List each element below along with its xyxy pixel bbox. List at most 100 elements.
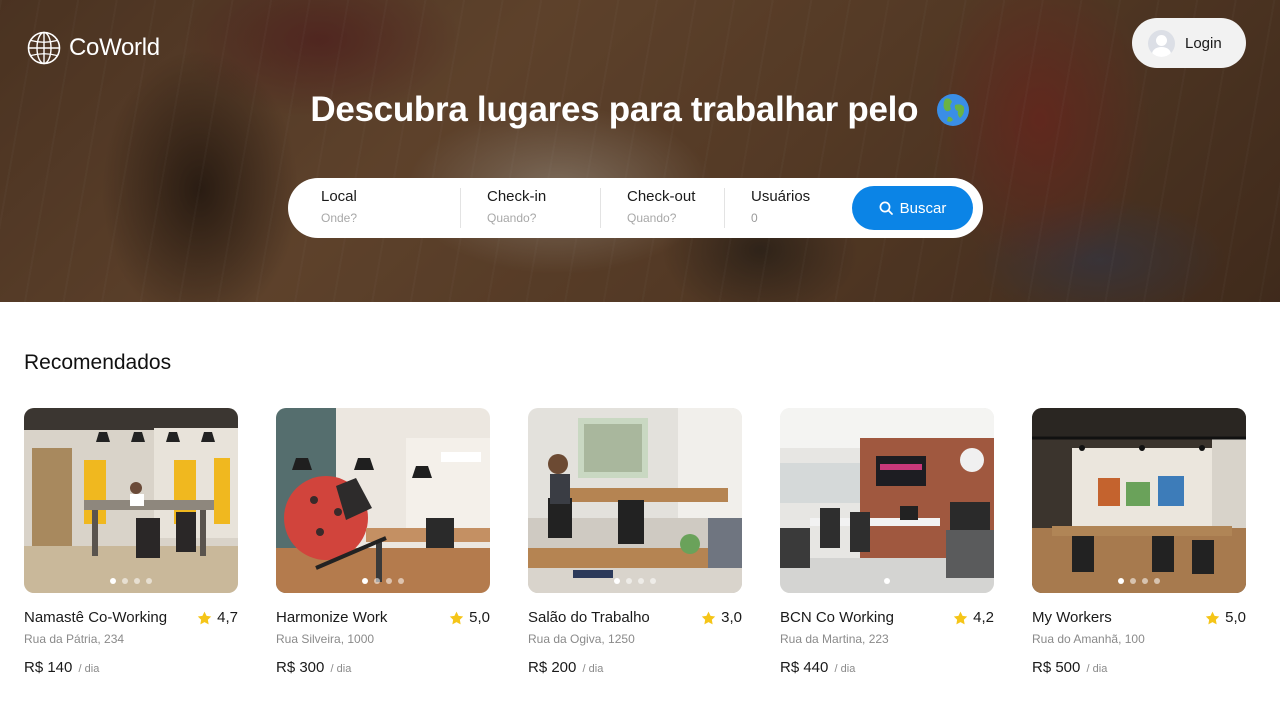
workspace-card[interactable]: My Workers 5,0 Rua do Amanhã, 100 R$ 500…: [1032, 408, 1246, 676]
workspace-photo[interactable]: [276, 408, 490, 593]
brand-name: CoWorld: [69, 34, 160, 61]
headline-part-1: Descubra lugares: [310, 90, 609, 129]
workspace-price: R$ 140 / dia: [24, 659, 238, 676]
section-title: Recomendados: [24, 351, 172, 374]
workspace-rating: 3,0: [701, 609, 742, 626]
price-unit: / dia: [78, 663, 100, 675]
star-icon: [1205, 611, 1220, 624]
workspace-image: [1032, 408, 1246, 593]
checkout-label: Check-out: [627, 188, 696, 205]
photo-pagination[interactable]: [780, 578, 994, 584]
price-value: R$ 140: [24, 659, 73, 676]
globe-outline-icon: [27, 31, 61, 65]
search-divider: [724, 188, 725, 228]
checkout-field[interactable]: Check-out: [627, 188, 717, 225]
workspace-name: My Workers: [1032, 609, 1112, 626]
pagination-dot[interactable]: [374, 578, 380, 584]
search-divider: [460, 188, 461, 228]
workspace-price: R$ 500 / dia: [1032, 659, 1246, 676]
search-button-label: Buscar: [899, 199, 947, 217]
checkin-input[interactable]: [487, 211, 587, 225]
pagination-dot[interactable]: [146, 578, 152, 584]
price-value: R$ 200: [528, 659, 577, 676]
pagination-dot[interactable]: [1154, 578, 1160, 584]
price-value: R$ 440: [780, 659, 829, 676]
search-button[interactable]: Buscar: [852, 186, 973, 230]
workspace-address: Rua da Martina, 223: [780, 632, 889, 646]
photo-pagination[interactable]: [276, 578, 490, 584]
pagination-dot[interactable]: [1130, 578, 1136, 584]
pagination-dot[interactable]: [110, 578, 116, 584]
pagination-dot[interactable]: [626, 578, 632, 584]
search-bar: Local Check-in Check-out Usuários Buscar: [288, 178, 983, 238]
workspace-rating: 5,0: [449, 609, 490, 626]
workspace-image: [24, 408, 238, 593]
hero-banner: CoWorld Login Descubra lugares para trab…: [0, 0, 1280, 302]
star-icon: [953, 611, 968, 624]
workspace-photo[interactable]: [1032, 408, 1246, 593]
price-unit: / dia: [1086, 663, 1108, 675]
location-label: Local: [321, 188, 357, 205]
headline-bold: para trabalhar: [608, 90, 839, 129]
pagination-dot[interactable]: [386, 578, 392, 584]
rating-value: 5,0: [469, 609, 490, 626]
rating-value: 4,2: [973, 609, 994, 626]
pagination-dot[interactable]: [362, 578, 368, 584]
price-value: R$ 500: [1032, 659, 1081, 676]
workspace-rating: 5,0: [1205, 609, 1246, 626]
rating-value: 3,0: [721, 609, 742, 626]
workspace-card[interactable]: Harmonize Work 5,0 Rua Silveira, 1000 R$…: [276, 408, 490, 676]
star-icon: [449, 611, 464, 624]
location-field[interactable]: Local: [321, 188, 431, 225]
workspace-name: BCN Co Working: [780, 609, 894, 626]
workspace-address: Rua da Ogiva, 1250: [528, 632, 635, 646]
pagination-dot[interactable]: [1118, 578, 1124, 584]
checkin-label: Check-in: [487, 188, 547, 205]
workspace-photo[interactable]: [24, 408, 238, 593]
pagination-dot[interactable]: [884, 578, 890, 584]
pagination-dot[interactable]: [638, 578, 644, 584]
location-input[interactable]: [321, 211, 431, 225]
earth-globe-emoji: [936, 94, 969, 126]
workspace-address: Rua da Pátria, 234: [24, 632, 125, 646]
price-value: R$ 300: [276, 659, 325, 676]
workspace-address: Rua do Amanhã, 100: [1032, 632, 1145, 646]
rating-value: 5,0: [1225, 609, 1246, 626]
checkout-input[interactable]: [627, 211, 717, 225]
pagination-dot[interactable]: [1142, 578, 1148, 584]
users-label: Usuários: [751, 188, 811, 205]
photo-pagination[interactable]: [24, 578, 238, 584]
brand-logo[interactable]: CoWorld: [27, 31, 160, 65]
workspace-name: Harmonize Work: [276, 609, 388, 626]
workspace-photo[interactable]: [528, 408, 742, 593]
users-input[interactable]: [751, 211, 831, 225]
workspace-address: Rua Silveira, 1000: [276, 632, 375, 646]
pagination-dot[interactable]: [614, 578, 620, 584]
workspace-name: Namastê Co-Working: [24, 609, 168, 626]
workspace-name: Salão do Trabalho: [528, 609, 650, 626]
workspace-photo[interactable]: [780, 408, 994, 593]
checkin-field[interactable]: Check-in: [487, 188, 587, 225]
search-divider: [600, 188, 601, 228]
price-unit: / dia: [330, 663, 352, 675]
photo-pagination[interactable]: [528, 578, 742, 584]
workspace-card[interactable]: Namastê Co-Working 4,7 Rua da Pátria, 23…: [24, 408, 238, 676]
workspace-price: R$ 440 / dia: [780, 659, 994, 676]
workspace-card[interactable]: Salão do Trabalho 3,0 Rua da Ogiva, 1250…: [528, 408, 742, 676]
workspace-image: [528, 408, 742, 593]
pagination-dot[interactable]: [134, 578, 140, 584]
users-field[interactable]: Usuários: [751, 188, 831, 225]
pagination-dot[interactable]: [122, 578, 128, 584]
user-avatar-icon: [1148, 29, 1175, 57]
login-button[interactable]: Login: [1132, 18, 1246, 68]
workspace-image: [780, 408, 994, 593]
workspace-image: [276, 408, 490, 593]
hero-headline: Descubra lugares para trabalhar pelo: [0, 90, 1280, 130]
workspace-price: R$ 300 / dia: [276, 659, 490, 676]
workspace-card[interactable]: BCN Co Working 4,2 Rua da Martina, 223 R…: [780, 408, 994, 676]
pagination-dot[interactable]: [398, 578, 404, 584]
star-icon: [701, 611, 716, 624]
photo-pagination[interactable]: [1032, 578, 1246, 584]
workspace-rating: 4,7: [197, 609, 238, 626]
pagination-dot[interactable]: [650, 578, 656, 584]
